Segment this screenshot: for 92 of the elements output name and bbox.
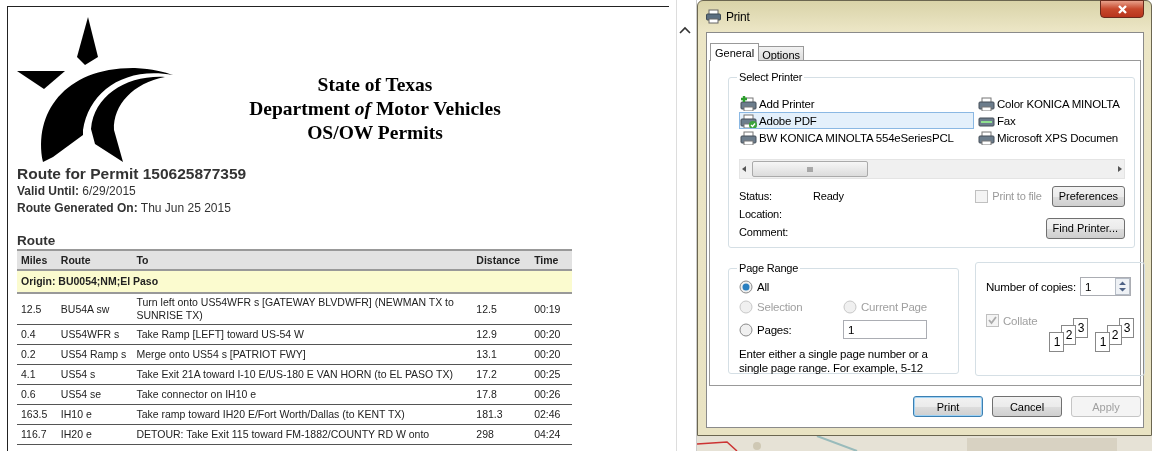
dialog-button[interactable]: Cancel — [992, 396, 1062, 417]
table-cell: IH20 e — [56, 424, 133, 445]
table-cell: 17.2 — [472, 364, 531, 385]
comment-label: Comment: — [739, 226, 790, 238]
dialog-button[interactable]: Print — [913, 396, 983, 417]
printer-item[interactable]: Adobe PDF — [739, 112, 974, 129]
printer-item[interactable]: BW KONICA MINOLTA 554eSeriesPCL — [739, 129, 977, 146]
group-label: Select Printer — [738, 71, 804, 83]
document-heading: OS/OW Permits — [307, 121, 443, 145]
table-cell: 4.1 — [17, 364, 57, 385]
column-header: Miles — [17, 250, 57, 270]
table-cell: Take Exit 21A toward I-10 E/US-180 E VAN HORN (to EL PASO TX) — [132, 364, 473, 385]
table-cell: 17.8 — [472, 384, 531, 405]
table-cell: 298 — [472, 424, 531, 445]
horizontal-scrollbar[interactable] — [739, 159, 1125, 179]
table-cell: 00:25 — [530, 364, 572, 385]
table-cell: US54 Ramp s — [56, 344, 133, 365]
column-header: Distance — [472, 250, 531, 270]
add-printer-icon — [740, 96, 757, 111]
table-cell: 0.2 — [17, 344, 57, 365]
table-cell: 12.5 — [472, 293, 531, 325]
window-title: Print — [726, 9, 751, 24]
table-cell: 13.1 — [472, 344, 531, 365]
printer-icon — [978, 96, 995, 111]
copies-label: Number of copies: — [986, 280, 1076, 293]
table-cell: US54 se — [56, 384, 133, 405]
tab[interactable]: General — [710, 43, 760, 61]
radio-icon[interactable] — [739, 280, 753, 294]
collate-page: 1 — [1095, 332, 1111, 352]
document-heading: State of Texas — [317, 73, 433, 97]
section-heading: Route — [17, 233, 57, 248]
find-printer-button[interactable]: Find Printer... — [1045, 217, 1125, 239]
close-icon — [1116, 3, 1128, 15]
preferences-button[interactable]: Preferences — [1051, 185, 1125, 207]
table-cell: 12.9 — [472, 324, 531, 345]
checkbox-icon — [975, 189, 989, 203]
collate-page: 1 — [1049, 332, 1065, 352]
location-label: Location: — [739, 208, 783, 220]
table-cell: Take connector on IH10 e — [132, 384, 473, 405]
table-cell: 00:26 — [530, 384, 572, 405]
printer-icon — [706, 9, 721, 24]
table-cell: DETOUR: Take Exit 115 toward FM-1882/COUNTY RD W onto — [132, 424, 473, 445]
scroll-up-icon[interactable] — [677, 24, 693, 36]
range-hint: Enter either a single page number or a single page range. For example, 5-12 — [739, 347, 929, 375]
table-cell: Turn left onto US54WFR s [GATEWAY BLVDWFR] (NEWMAN TX to SUNRISE TX) — [132, 293, 473, 325]
table-cell: 163.5 — [17, 404, 57, 425]
column-header: Route — [56, 250, 133, 270]
spin-arrows-icon[interactable] — [1114, 278, 1130, 295]
origin-cell: Origin: BU0054;NM;El Paso — [17, 270, 572, 293]
table-cell: 116.7 — [17, 424, 57, 445]
printer-icon — [978, 130, 995, 145]
grip-icon — [807, 165, 813, 173]
table-cell: US54WFR s — [56, 324, 133, 345]
radio-option[interactable]: All — [739, 280, 843, 294]
scroll-right-icon[interactable] — [1116, 164, 1124, 174]
printer-item[interactable]: Color KONICA MINOLTA — [977, 95, 1125, 112]
meta-line: Valid Until: 6/29/2015 — [17, 183, 137, 200]
close-button[interactable] — [1100, 0, 1144, 18]
column-header: Time — [530, 250, 572, 270]
permit-title: Route for Permit 150625877359 — [17, 165, 248, 183]
pages-field[interactable]: 1 — [843, 320, 927, 339]
table-cell: Take Ramp [LEFT] toward US-54 W — [132, 324, 473, 345]
radio-option[interactable]: Pages: — [739, 322, 843, 337]
table-cell: 00:20 — [530, 344, 572, 365]
meta-line: Route Generated On: Thu Jun 25 2015 — [17, 200, 232, 217]
printer-check-icon — [740, 113, 757, 128]
table-cell: 181.3 — [472, 404, 531, 425]
table-cell: US54 s — [56, 364, 133, 385]
printer-item[interactable]: Microsoft XPS Documen — [977, 129, 1125, 146]
table-cell: 00:20 — [530, 324, 572, 345]
scroll-left-icon[interactable] — [740, 164, 748, 174]
document-heading: Department of Motor Vehicles — [249, 97, 501, 121]
table-cell: 0.4 — [17, 324, 57, 345]
table-cell: BU54A sw — [56, 293, 133, 325]
table-cell: Take ramp toward IH20 E/Fort Worth/Dallas (to KENT TX) — [132, 404, 473, 425]
printer-icon — [740, 130, 757, 145]
table-cell: Merge onto US54 s [PATRIOT FWY] — [132, 344, 473, 365]
status-label: Status: — [739, 190, 773, 202]
table-cell: IH10 e — [56, 404, 133, 425]
printer-item[interactable]: Fax — [977, 112, 1125, 129]
group-label: Page Range — [738, 262, 800, 274]
tab[interactable]: Options — [758, 46, 805, 60]
table-cell: 04:24 — [530, 424, 572, 445]
copies-spinner[interactable]: 1 — [1079, 277, 1131, 296]
printer-item[interactable]: Add Printer — [739, 95, 977, 112]
table-cell: 12.5 — [17, 293, 57, 325]
column-header: To — [132, 250, 473, 270]
status-value: Ready — [813, 190, 845, 202]
table-cell: 00:19 — [530, 293, 572, 325]
radio-icon[interactable] — [739, 322, 753, 337]
table-cell: 02:46 — [530, 404, 572, 425]
table-cell: 0.6 — [17, 384, 57, 405]
